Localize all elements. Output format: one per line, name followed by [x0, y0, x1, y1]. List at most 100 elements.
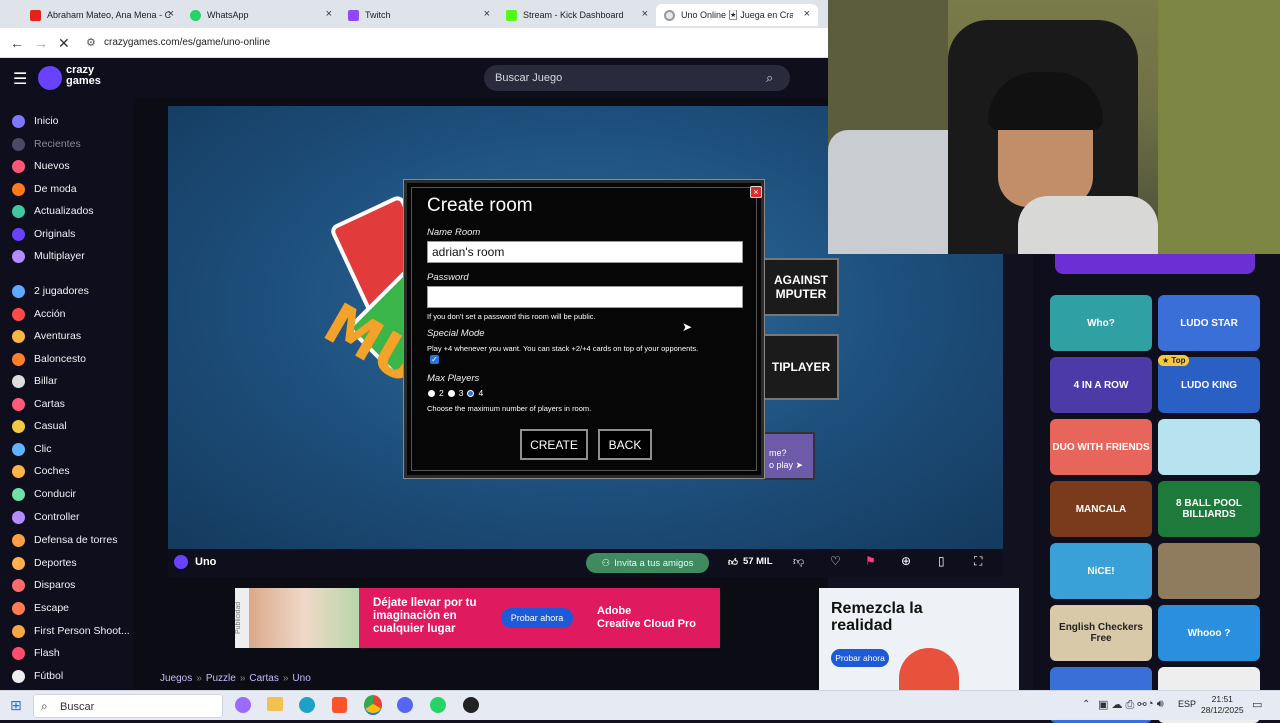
promo-box[interactable]: me? o play ➤ [763, 432, 815, 480]
obs-icon[interactable] [463, 697, 479, 713]
sidebar-item-actualizados[interactable]: Actualizados [12, 202, 94, 220]
sidebar-item-deportes[interactable]: Deportes [12, 554, 77, 572]
sidebar-item-billar[interactable]: Billar [12, 372, 57, 390]
embed-icon[interactable]: ⊕ [901, 554, 911, 568]
game-thumbnail[interactable]: Who? [1050, 295, 1152, 351]
close-tab-icon[interactable]: × [168, 8, 174, 20]
sidebar-item-acción[interactable]: Acción [12, 305, 66, 323]
taskbar-search-input[interactable]: ⌕ Buscar [33, 694, 223, 718]
url-text[interactable]: crazygames.com/es/game/uno-online [104, 37, 270, 48]
sidebar-item-fútbol[interactable]: Fútbol [12, 667, 63, 685]
clock[interactable]: 21:51 28/12/2025 [1201, 694, 1244, 716]
browser-tab-whatsapp[interactable]: WhatsApp × [182, 4, 340, 26]
game-thumbnail[interactable]: Whooo ? [1158, 605, 1260, 661]
crazygames-logo-icon[interactable] [38, 66, 62, 90]
browser-tab-uno[interactable]: Uno Online 🃏 Juega en CrazyG × [656, 4, 818, 26]
close-dialog-icon[interactable]: × [750, 186, 762, 198]
menu-icon[interactable]: ☰ [13, 69, 27, 89]
discord-icon[interactable] [397, 697, 413, 713]
search-input[interactable]: Buscar Juego ⌕ [484, 65, 790, 91]
chrome-icon[interactable] [364, 695, 382, 715]
sidebar-item-disparos[interactable]: Disparos [12, 576, 75, 594]
invite-friends-button[interactable]: ⚇ Invita a tus amigos [586, 553, 709, 573]
thumbs-down-icon[interactable]: 👎︎ [793, 555, 804, 568]
sidebar-item-coches[interactable]: Coches [12, 462, 70, 480]
sidebar-item-2-jugadores[interactable]: 2 jugadores [12, 282, 89, 300]
close-tab-icon[interactable]: × [804, 8, 810, 20]
radio-4-selected[interactable] [467, 389, 475, 397]
sidebar-item-defensa-de-torres[interactable]: Defensa de torres [12, 531, 117, 549]
windows-start-icon[interactable]: ⊞ [10, 697, 22, 714]
sidebar-item-cartas[interactable]: Cartas [12, 395, 65, 413]
network-volume-icon[interactable]: ◔ 🔊︎ [1147, 698, 1164, 711]
close-tab-icon[interactable]: × [326, 8, 332, 20]
breadcrumb-item[interactable]: Puzzle [206, 673, 236, 684]
sidebar-item-inicio[interactable]: Inicio [12, 112, 59, 130]
advert-remezcla[interactable]: Remezcla la realidad Probar ahora [819, 588, 1019, 690]
whatsapp-icon[interactable] [430, 697, 446, 713]
tray-apps-icon[interactable]: ▣ ☁ ⎙ ⚯ [1098, 698, 1147, 712]
close-tab-icon[interactable]: × [484, 8, 490, 20]
sidebar-item-escape[interactable]: Escape [12, 599, 69, 617]
game-thumbnail[interactable]: DUO WITH FRIENDS [1050, 419, 1152, 475]
sidebar-item-multiplayer[interactable]: Multiplayer [12, 247, 85, 265]
game-thumbnail[interactable]: English Checkers Free [1050, 605, 1152, 661]
breadcrumb-item[interactable]: Juegos [160, 673, 192, 684]
site-info-icon[interactable]: ⚙ [86, 36, 96, 49]
game-thumbnail[interactable]: LUDO STAR [1158, 295, 1260, 351]
breadcrumb-item[interactable]: Uno [292, 673, 310, 684]
browser-tab-twitch[interactable]: Twitch × [340, 4, 498, 26]
language-indicator[interactable]: ESP [1178, 699, 1196, 709]
sidebar-item-recientes[interactable]: Recientes [12, 135, 81, 153]
radio-2[interactable] [428, 389, 435, 397]
back-button[interactable]: BACK [598, 429, 652, 460]
special-mode-checkbox[interactable]: ✓ [430, 355, 439, 364]
forward-arrow-icon[interactable]: → [34, 35, 48, 51]
against-computer-button[interactable]: AGAINST MPUTER [763, 258, 839, 316]
report-icon[interactable]: ⚑ [865, 554, 876, 568]
advert-adobe[interactable]: Publicidad Déjate llevar por tu imaginac… [235, 588, 720, 648]
back-arrow-icon[interactable]: ← [10, 35, 24, 51]
mobile-icon[interactable]: ▯ [938, 554, 945, 568]
sidebar-item-clic[interactable]: Clic [12, 440, 52, 458]
ad2-cta-button[interactable]: Probar ahora [831, 649, 889, 667]
fullscreen-icon[interactable]: ⛶ [974, 554, 982, 569]
sidebar-item-conducir[interactable]: Conducir [12, 485, 76, 503]
like-button[interactable]: 👍︎ 57 MIL [728, 556, 773, 568]
sidebar-item-baloncesto[interactable]: Baloncesto [12, 350, 86, 368]
game-thumbnail[interactable]: 8 BALL POOL BILLIARDS [1158, 481, 1260, 537]
sidebar-item-first-person-shoot-[interactable]: First Person Shoot... [12, 622, 130, 640]
sidebar-item-originals[interactable]: Originals [12, 225, 75, 243]
browser-tab-kick[interactable]: Stream - Kick Dashboard × [498, 4, 656, 26]
password-input[interactable] [427, 286, 743, 308]
game-thumbnail[interactable]: 4 IN A ROW [1050, 357, 1152, 413]
game-thumbnail[interactable]: MANCALA [1050, 481, 1152, 537]
name-room-input[interactable]: adrian's room [427, 241, 743, 263]
ad-cta-button[interactable]: Probar ahora [501, 608, 573, 628]
game-thumbnail[interactable] [1158, 543, 1260, 599]
copilot-icon[interactable] [235, 697, 251, 713]
sidebar-item-controller[interactable]: Controller [12, 508, 80, 526]
sidebar-item-casual[interactable]: Casual [12, 417, 67, 435]
create-button[interactable]: CREATE [520, 429, 588, 460]
tray-chevron-icon[interactable]: ⌃ [1082, 699, 1090, 710]
close-tab-icon[interactable]: × [642, 8, 648, 20]
multiplayer-button[interactable]: TIPLAYER [763, 334, 839, 400]
sidebar-item-de-moda[interactable]: De moda [12, 180, 77, 198]
heart-icon[interactable]: ♡ [830, 554, 841, 568]
file-explorer-icon[interactable] [267, 697, 283, 711]
sidebar-item-aventuras[interactable]: Aventuras [12, 327, 81, 345]
sidebar-item-nuevos[interactable]: Nuevos [12, 157, 70, 175]
game-thumbnail[interactable] [1158, 419, 1260, 475]
breadcrumb-item[interactable]: Cartas [249, 673, 278, 684]
notifications-icon[interactable]: ▭ [1252, 698, 1262, 711]
radio-3[interactable] [447, 389, 455, 397]
edge-icon[interactable] [299, 697, 315, 713]
stop-icon[interactable]: ✕ [58, 35, 70, 52]
brave-icon[interactable] [332, 697, 347, 713]
game-thumbnail[interactable]: NiCE! [1050, 543, 1152, 599]
site-logo[interactable]: crazy games [66, 65, 101, 87]
browser-tab-youtube[interactable]: Abraham Mateo, Ana Mena - C × [22, 4, 182, 26]
search-icon[interactable]: ⌕ [766, 70, 773, 86]
sidebar-item-flash[interactable]: Flash [12, 644, 60, 662]
